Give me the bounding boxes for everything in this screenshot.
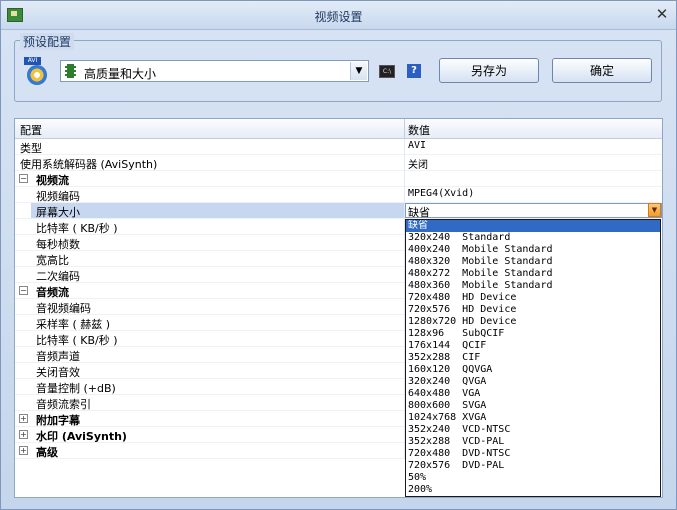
dropdown-option[interactable]: 400x240 Mobile Standard — [406, 244, 660, 256]
column-divider — [404, 171, 405, 187]
expand-icon[interactable]: + — [19, 430, 28, 439]
dropdown-option[interactable]: 320x240 QVGA — [406, 376, 660, 388]
avi-badge: AVI — [24, 57, 41, 65]
property-value: AVI — [408, 140, 427, 151]
property-row[interactable]: 屏幕大小 缺省 ▼ — [15, 203, 662, 219]
preset-group-label: 预设配置 — [20, 33, 75, 50]
column-divider — [404, 155, 405, 171]
dropdown-option[interactable]: 176x144 QCIF — [406, 340, 660, 352]
column-header-name: 配置 — [20, 124, 42, 137]
property-name: 类型 — [20, 142, 42, 155]
property-name: 比特率 ( KB/秒 ) — [36, 222, 118, 235]
avi-format-icon: AVI — [24, 57, 50, 87]
window-title: 视频设置 — [314, 10, 363, 24]
dropdown-option[interactable]: 200% — [406, 484, 660, 496]
property-name: 视频编码 — [36, 190, 80, 203]
dropdown-option[interactable]: 160x120 QQVGA — [406, 364, 660, 376]
column-divider[interactable] — [404, 119, 405, 138]
property-name: 使用系统解码器 (AviSynth) — [20, 158, 158, 171]
command-line-icon[interactable]: C:\ — [379, 65, 395, 78]
dropdown-option[interactable]: 480x272 Mobile Standard — [406, 268, 660, 280]
dropdown-option[interactable]: 352x288 CIF — [406, 352, 660, 364]
property-name: 屏幕大小 — [36, 206, 80, 219]
column-divider — [404, 187, 405, 203]
property-name: 每秒桢数 — [36, 238, 80, 251]
property-name: 水印 (AviSynth) — [36, 430, 127, 443]
dropdown-option[interactable]: 720x480 HD Device — [406, 292, 660, 304]
save-as-button[interactable]: 另存为 — [439, 58, 539, 83]
collapse-icon[interactable]: − — [19, 286, 28, 295]
property-name: 音量控制 (+dB) — [36, 382, 116, 395]
close-button[interactable]: ✕ — [653, 5, 671, 23]
dropdown-option[interactable]: 640x480 VGA — [406, 388, 660, 400]
preset-selected-value: 高质量和大小 — [84, 67, 157, 81]
dropdown-option[interactable]: 720x480 DVD-NTSC — [406, 448, 660, 460]
close-icon: ✕ — [655, 5, 669, 23]
dropdown-option[interactable]: 1280x720 HD Device — [406, 316, 660, 328]
property-name: 采样率 ( 赫兹 ) — [36, 318, 111, 331]
film-icon — [65, 64, 76, 78]
property-name: 比特率 ( KB/秒 ) — [36, 334, 118, 347]
property-name: 附加字幕 — [36, 414, 80, 427]
title-bar: 视频设置 ✕ — [1, 1, 676, 30]
property-row[interactable]: 视频编码 MPEG4(Xvid) — [15, 187, 662, 203]
column-divider — [404, 139, 405, 155]
property-name: 音视频编码 — [36, 302, 91, 315]
dropdown-option[interactable]: 720x576 DVD-PAL — [406, 460, 660, 472]
column-header-value: 数值 — [408, 124, 430, 137]
property-name: 高级 — [36, 446, 58, 459]
chevron-down-icon[interactable]: ▼ — [648, 203, 661, 217]
dropdown-option[interactable]: 缺省 — [406, 220, 660, 232]
dropdown-option[interactable]: 1024x768 XVGA — [406, 412, 660, 424]
dropdown-option[interactable]: 128x96 SubQCIF — [406, 328, 660, 340]
chevron-down-icon[interactable]: ▼ — [350, 62, 367, 80]
grid-header: 配置 数值 — [15, 119, 662, 139]
property-name: 关闭音效 — [36, 366, 80, 379]
collapse-icon[interactable]: − — [19, 174, 28, 183]
property-name: 音频流索引 — [36, 398, 91, 411]
property-name: 视频流 — [36, 174, 69, 187]
help-icon[interactable]: ? — [407, 64, 421, 78]
dropdown-option[interactable]: 720x576 HD Device — [406, 304, 660, 316]
expand-icon[interactable]: + — [19, 414, 28, 423]
property-row[interactable]: 使用系统解码器 (AviSynth) 关闭 — [15, 155, 662, 171]
dropdown-option[interactable]: 352x288 VCD-PAL — [406, 436, 660, 448]
property-name: 宽高比 — [36, 254, 69, 267]
property-value: MPEG4(Xvid) — [408, 188, 475, 199]
disc-icon — [27, 65, 47, 85]
dropdown-option[interactable]: 320x240 Standard — [406, 232, 660, 244]
property-value: 关闭 — [408, 160, 428, 171]
dropdown-option[interactable]: 800x600 SVGA — [406, 400, 660, 412]
expand-icon[interactable]: + — [19, 446, 28, 455]
property-name: 音频声道 — [36, 350, 80, 363]
property-name: 二次编码 — [36, 270, 80, 283]
category-row[interactable]: − 视频流 — [15, 171, 662, 187]
dropdown-option[interactable]: 480x320 Mobile Standard — [406, 256, 660, 268]
dropdown-option[interactable]: 50% — [406, 472, 660, 484]
screen-size-select[interactable] — [405, 203, 662, 218]
property-row[interactable]: 类型 AVI — [15, 139, 662, 155]
ok-button[interactable]: 确定 — [552, 58, 652, 83]
screen-size-options-list[interactable]: 缺省 320x240 Standard 400x240 Mobile Standar… — [405, 219, 661, 497]
dropdown-option[interactable]: 480x360 Mobile Standard — [406, 280, 660, 292]
dropdown-option[interactable]: 352x240 VCD-NTSC — [406, 424, 660, 436]
property-name: 音频流 — [36, 286, 69, 299]
property-value[interactable]: 缺省 — [408, 204, 430, 220]
preset-dropdown[interactable]: 高质量和大小 ▼ — [60, 60, 369, 82]
row-highlight — [31, 203, 404, 218]
